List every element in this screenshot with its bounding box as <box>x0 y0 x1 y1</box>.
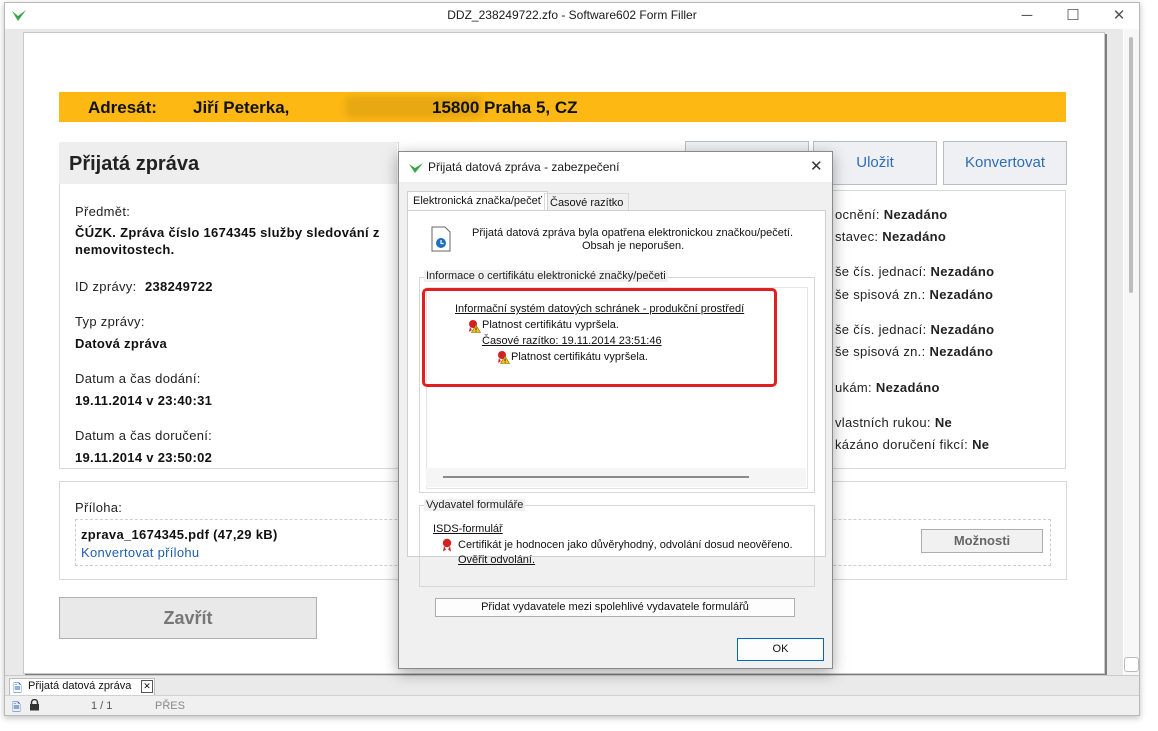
message-heading-bar: Přijatá zpráva <box>59 142 397 184</box>
message-id-value: 238249722 <box>145 279 213 294</box>
lock-icon <box>30 699 39 711</box>
addressee-city: 15800 Praha 5, CZ <box>432 98 578 117</box>
tab-timestamp[interactable]: Časové razítko <box>544 193 630 211</box>
detail-label: stavec: <box>835 229 879 244</box>
detail-label: še čís. jednací: <box>835 322 927 337</box>
attachment-label: Příloha: <box>75 500 123 515</box>
detail-value: Nezadáno <box>882 229 947 244</box>
tab-label: Přijatá datová zpráva <box>28 680 132 692</box>
subject-label: Předmět: <box>75 204 131 219</box>
publisher-status-text: Certifikát je hodnocen jako důvěryhodný,… <box>458 539 793 551</box>
detail-row: še spisová zn.: Nezadáno <box>835 287 993 302</box>
verify-revocation-link[interactable]: Ověřit odvolání. <box>458 554 535 566</box>
status-bar: 🗎 1 / 1 PŘES <box>5 695 1139 715</box>
detail-label: vlastních rukou: <box>835 415 931 430</box>
detail-value: Nezadáno <box>875 380 940 395</box>
close-form-button[interactable]: Zavřít <box>59 597 317 639</box>
document-status-icon: 🗎 <box>12 702 21 714</box>
minimize-button[interactable]: ─ <box>1017 7 1037 25</box>
overwrite-mode: PŘES <box>155 700 185 712</box>
detail-value: Ne <box>972 437 990 452</box>
convert-attachment-link[interactable]: Konvertovat přílohu <box>81 545 199 560</box>
message-info-panel <box>59 142 399 469</box>
subject-value-line2: nemovitostech. <box>75 242 175 257</box>
dialog-logo-icon <box>409 163 423 173</box>
publisher-link[interactable]: ISDS-formulář <box>433 523 503 535</box>
detail-value: Nezadáno <box>930 322 995 337</box>
trusted-certificate-icon <box>442 538 452 552</box>
detail-value: Ne <box>934 415 953 430</box>
close-tab-icon[interactable]: ✕ <box>141 680 153 693</box>
certificate-group-label: Informace o certifikátu elektronické zna… <box>424 270 668 282</box>
title-bar: DDZ_238249722.zfo - Software602 Form Fil… <box>5 3 1139 29</box>
detail-row: še čís. jednací: Nezadáno <box>835 322 994 337</box>
accepted-value: 19.11.2014 v 23:50:02 <box>75 450 213 465</box>
addressee-bar: Adresát: Jiří Peterka, 15800 Praha 5, CZ <box>59 92 1066 122</box>
tab-seal[interactable]: Elektronická značka/pečeť <box>407 191 548 211</box>
detail-label: še spisová zn.: <box>835 287 926 302</box>
close-button[interactable]: ✕ <box>1109 7 1129 25</box>
tab-received-message[interactable]: 🗎 Přijatá datová zpráva ✕ <box>9 678 155 696</box>
vertical-scrollbar-thumb[interactable] <box>1129 37 1133 293</box>
dialog-title-bar: Přijatá datová zpráva - zabezpečení ✕ <box>399 152 832 182</box>
detail-value: Nezadáno <box>929 344 994 359</box>
seal-info-line2: Obsah je neporušen. <box>582 240 685 252</box>
detail-row: ukám: Nezadáno <box>835 380 940 395</box>
message-id-label: ID zprávy: <box>75 279 137 294</box>
detail-label: ukám: <box>835 380 872 395</box>
seal-info-line1: Přijatá datová zpráva byla opatřena elek… <box>472 227 794 239</box>
red-highlight-box <box>422 288 777 387</box>
attachment-file-name[interactable]: zprava_1674345.pdf (47,29 kB) <box>81 527 278 542</box>
maximize-button[interactable]: ☐ <box>1063 7 1083 25</box>
delivered-label: Datum a čas dodání: <box>75 371 201 386</box>
dialog-close-icon[interactable]: ✕ <box>810 157 823 175</box>
detail-row: kázáno doručení fikcí: Ne <box>835 437 989 452</box>
detail-label: še spisová zn.: <box>835 344 926 359</box>
addressee-name: Jiří Peterka, <box>193 98 290 117</box>
security-dialog: Přijatá datová zpráva - zabezpečení ✕ El… <box>398 151 833 669</box>
window-title: DDZ_238249722.zfo - Software602 Form Fil… <box>447 8 697 22</box>
scroll-corner <box>1124 657 1139 672</box>
detail-label: kázáno doručení fikcí: <box>835 437 969 452</box>
seal-document-icon <box>431 226 451 252</box>
detail-row: vlastních rukou: Ne <box>835 415 952 430</box>
addressee-label: Adresát: <box>88 98 157 117</box>
tree-scrollbar-thumb[interactable] <box>443 476 749 478</box>
detail-row: še čís. jednací: Nezadáno <box>835 264 994 279</box>
detail-label: ocnění: <box>835 207 880 222</box>
detail-value: Nezadáno <box>929 287 994 302</box>
ok-button[interactable]: OK <box>737 638 824 661</box>
convert-button[interactable]: Konvertovat <box>943 141 1067 185</box>
accepted-label: Datum a čas doručení: <box>75 428 213 443</box>
message-type-label: Typ zprávy: <box>75 314 145 329</box>
detail-row: ocnění: Nezadáno <box>835 207 948 222</box>
detail-value: Nezadáno <box>930 264 995 279</box>
add-trusted-publisher-button[interactable]: Přidat vydavatele mezi spolehlivé vydava… <box>435 598 795 617</box>
detail-value: Nezadáno <box>883 207 948 222</box>
delivered-value: 19.11.2014 v 23:40:31 <box>75 393 213 408</box>
options-button[interactable]: Možnosti <box>921 529 1043 553</box>
page-counter: 1 / 1 <box>91 700 113 712</box>
message-type-value: Datová zpráva <box>75 336 168 351</box>
detail-row: še spisová zn.: Nezadáno <box>835 344 993 359</box>
document-tab-bar: 🗎 Přijatá datová zpráva ✕ <box>5 675 1139 696</box>
page-title: Přijatá zpráva <box>69 153 200 175</box>
publisher-group-label: Vydavatel formuláře <box>424 499 526 511</box>
detail-row: stavec: Nezadáno <box>835 229 946 244</box>
detail-label: še čís. jednací: <box>835 264 927 279</box>
dialog-title: Přijatá datová zpráva - zabezpečení <box>428 160 620 174</box>
subject-value-line1: ČÚZK. Zpráva číslo 1674345 služby sledov… <box>75 225 380 240</box>
